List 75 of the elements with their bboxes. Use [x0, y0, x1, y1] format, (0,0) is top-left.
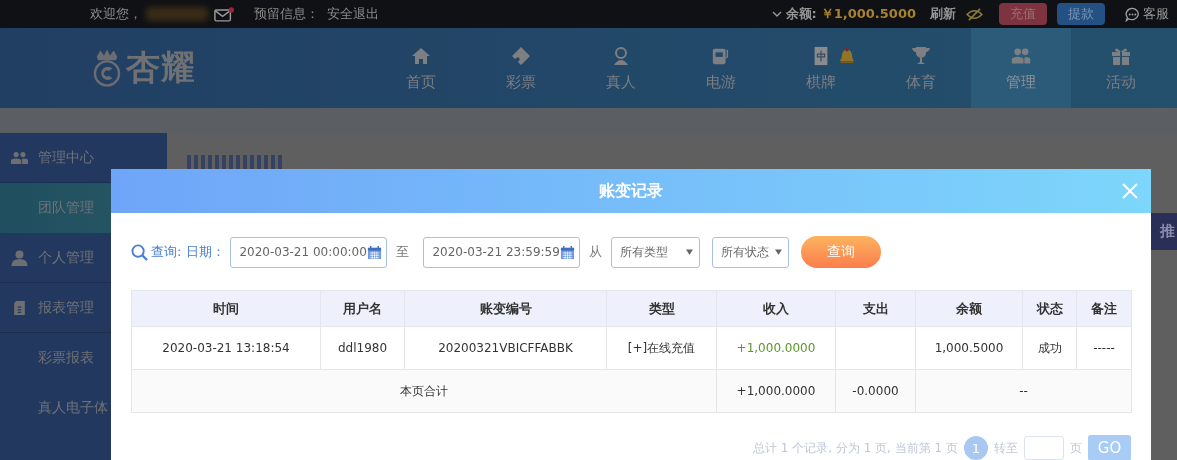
- chat-bubble-icon[interactable]: [1125, 6, 1140, 22]
- nav-tab[interactable]: 棋牌: [771, 28, 871, 108]
- nav-tab[interactable]: 电游: [671, 28, 771, 108]
- table-cell: 20200321VBICFFABBK: [404, 326, 607, 370]
- table-cell: 2020-03-21 13:18:54: [131, 326, 321, 370]
- table-cell: ddl1980: [320, 326, 405, 370]
- column-header: 时间: [131, 290, 321, 327]
- page-unit-label: 页: [1070, 439, 1082, 457]
- table-cell: [+]在线充值: [606, 326, 717, 370]
- column-header: 收入: [716, 290, 836, 327]
- dropdown-arrow-icon: [775, 249, 783, 255]
- search-icon: [131, 243, 148, 261]
- column-header: 账变编号: [404, 290, 607, 327]
- start-date-field[interactable]: 2020-03-21 00:00:00: [230, 236, 388, 268]
- nav-tab[interactable]: 活动: [1071, 28, 1171, 108]
- page-number[interactable]: 1: [964, 436, 988, 460]
- document-icon: [11, 299, 28, 316]
- calendar-icon[interactable]: [559, 244, 575, 260]
- nav-tab[interactable]: 体育: [871, 28, 971, 108]
- ticket-icon: [511, 45, 531, 66]
- nav-tab[interactable]: 真人: [571, 28, 671, 108]
- user-icon: [11, 249, 28, 266]
- trophy-icon: [911, 45, 931, 66]
- users-icon: [11, 149, 28, 166]
- range-separator: 至: [396, 243, 410, 261]
- logo-text: 杏耀: [126, 46, 196, 89]
- column-header: 类型: [606, 290, 717, 327]
- blurred-username: [146, 7, 208, 21]
- pagination-summary: 总计 1 个记录, 分为 1 页, 当前第 1 页: [752, 439, 958, 457]
- goto-label: 转至: [994, 439, 1018, 457]
- balance-label: 余额:: [785, 5, 817, 23]
- welcome-text: 欢迎您，: [90, 5, 142, 23]
- query-button[interactable]: 查询: [801, 236, 882, 268]
- column-header: 状态: [1022, 290, 1077, 327]
- dealer-icon: [611, 45, 631, 66]
- nav-tab[interactable]: 首页: [371, 28, 471, 108]
- date-label: 日期：: [186, 243, 226, 261]
- support-link[interactable]: 客服: [1143, 5, 1169, 23]
- end-date-field[interactable]: 2020-03-21 23:59:59: [423, 236, 581, 268]
- modal-title: 账变记录: [599, 180, 663, 202]
- type-select[interactable]: 所有类型: [611, 236, 701, 268]
- bell-icon: [839, 46, 855, 65]
- status-select[interactable]: 所有状态: [712, 236, 790, 268]
- total-label: 本页合计: [400, 383, 448, 398]
- eye-slash-icon[interactable]: [966, 7, 983, 21]
- logout-link[interactable]: 安全退出: [327, 5, 379, 23]
- table-cell: +1,000.0000: [716, 326, 836, 370]
- table-cell: 1,000.5000: [915, 326, 1023, 370]
- column-header: 备注: [1076, 290, 1132, 327]
- mail-icon[interactable]: [214, 6, 234, 22]
- withdraw-button[interactable]: 提款: [1057, 3, 1105, 25]
- gift-icon: [1111, 45, 1131, 66]
- reserved-info-label: 预留信息：: [254, 5, 319, 23]
- table-cell: --: [1019, 384, 1028, 398]
- table-cell: -0.0000: [852, 384, 899, 398]
- table-cell: 成功: [1022, 326, 1077, 370]
- crown-crest-icon: [92, 48, 122, 88]
- balance-amount: ￥1,000.5000: [820, 5, 916, 23]
- go-button[interactable]: GO: [1088, 435, 1131, 460]
- refresh-link[interactable]: 刷新: [930, 5, 956, 23]
- column-header: 用户名: [320, 290, 405, 327]
- column-header: 支出: [835, 290, 916, 327]
- page-input[interactable]: [1024, 436, 1064, 460]
- dropdown-arrow-icon: [686, 249, 694, 255]
- side-tab[interactable]: 推: [1151, 213, 1177, 250]
- chevron-down-icon[interactable]: [771, 11, 782, 17]
- nav-tab[interactable]: 彩票: [471, 28, 571, 108]
- home-icon: [411, 45, 431, 66]
- from-label: 从: [589, 243, 603, 261]
- table-cell: -----: [1076, 326, 1132, 370]
- nav-tab[interactable]: 管理: [971, 28, 1071, 108]
- calendar-icon[interactable]: [366, 244, 382, 260]
- deposit-button[interactable]: 充值: [999, 3, 1047, 25]
- table-cell: +1,000.0000: [736, 384, 816, 398]
- column-header: 余额: [915, 290, 1023, 327]
